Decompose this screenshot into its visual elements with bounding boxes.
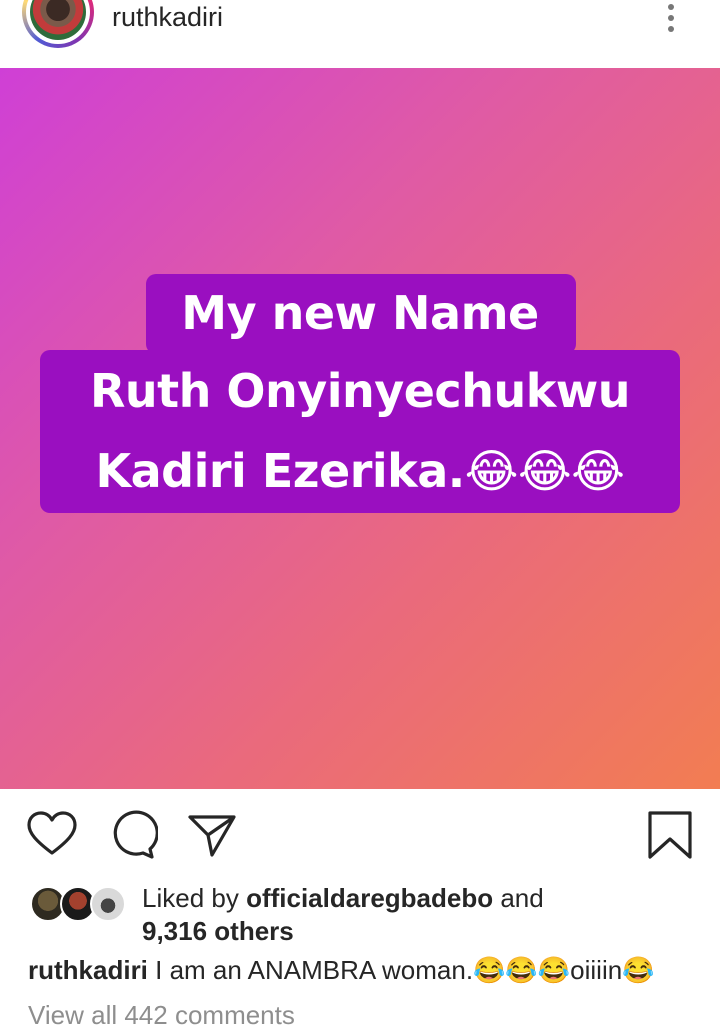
- caption-text: I am an ANAMBRA woman.😂😂😂oiiiin😂: [147, 955, 655, 985]
- username-link[interactable]: ruthkadiri: [112, 2, 223, 33]
- post-header: ruthkadiri: [0, 0, 720, 68]
- post-text-line: Ruth Onyinyechukwu: [89, 364, 631, 418]
- bookmark-icon[interactable]: [644, 809, 696, 861]
- liker-username[interactable]: officialdaregbadebo: [246, 883, 493, 913]
- more-vertical-icon[interactable]: [660, 0, 684, 36]
- post-caption: ruthkadiri I am an ANAMBRA woman.😂😂😂oiii…: [28, 955, 655, 986]
- heart-icon[interactable]: [26, 809, 78, 861]
- caption-username[interactable]: ruthkadiri: [28, 955, 148, 985]
- liked-by-text: Liked by officialdaregbadebo and 9,316 o…: [142, 883, 544, 946]
- post-text-overlay: My new Name Ruth Onyinyechukwu Kadiri Ez…: [0, 68, 720, 789]
- comment-icon[interactable]: [106, 809, 159, 861]
- avatar[interactable]: [22, 0, 94, 48]
- post-text-line: My new Name: [181, 286, 539, 340]
- post-image[interactable]: My new Name Ruth Onyinyechukwu Kadiri Ez…: [0, 68, 720, 789]
- action-bar: [0, 789, 720, 879]
- post-text-line: Kadiri Ezerika.😂😂😂: [95, 444, 625, 498]
- likes-summary: Liked by officialdaregbadebo and 9,316 o…: [0, 880, 720, 950]
- view-all-comments-link[interactable]: View all 442 comments: [28, 1000, 295, 1031]
- avatar: [90, 886, 126, 922]
- paper-plane-icon[interactable]: [186, 809, 238, 861]
- others-likes-link[interactable]: 9,316 others: [142, 916, 294, 946]
- profile-photo: [30, 0, 86, 40]
- liker-avatars[interactable]: [30, 886, 130, 922]
